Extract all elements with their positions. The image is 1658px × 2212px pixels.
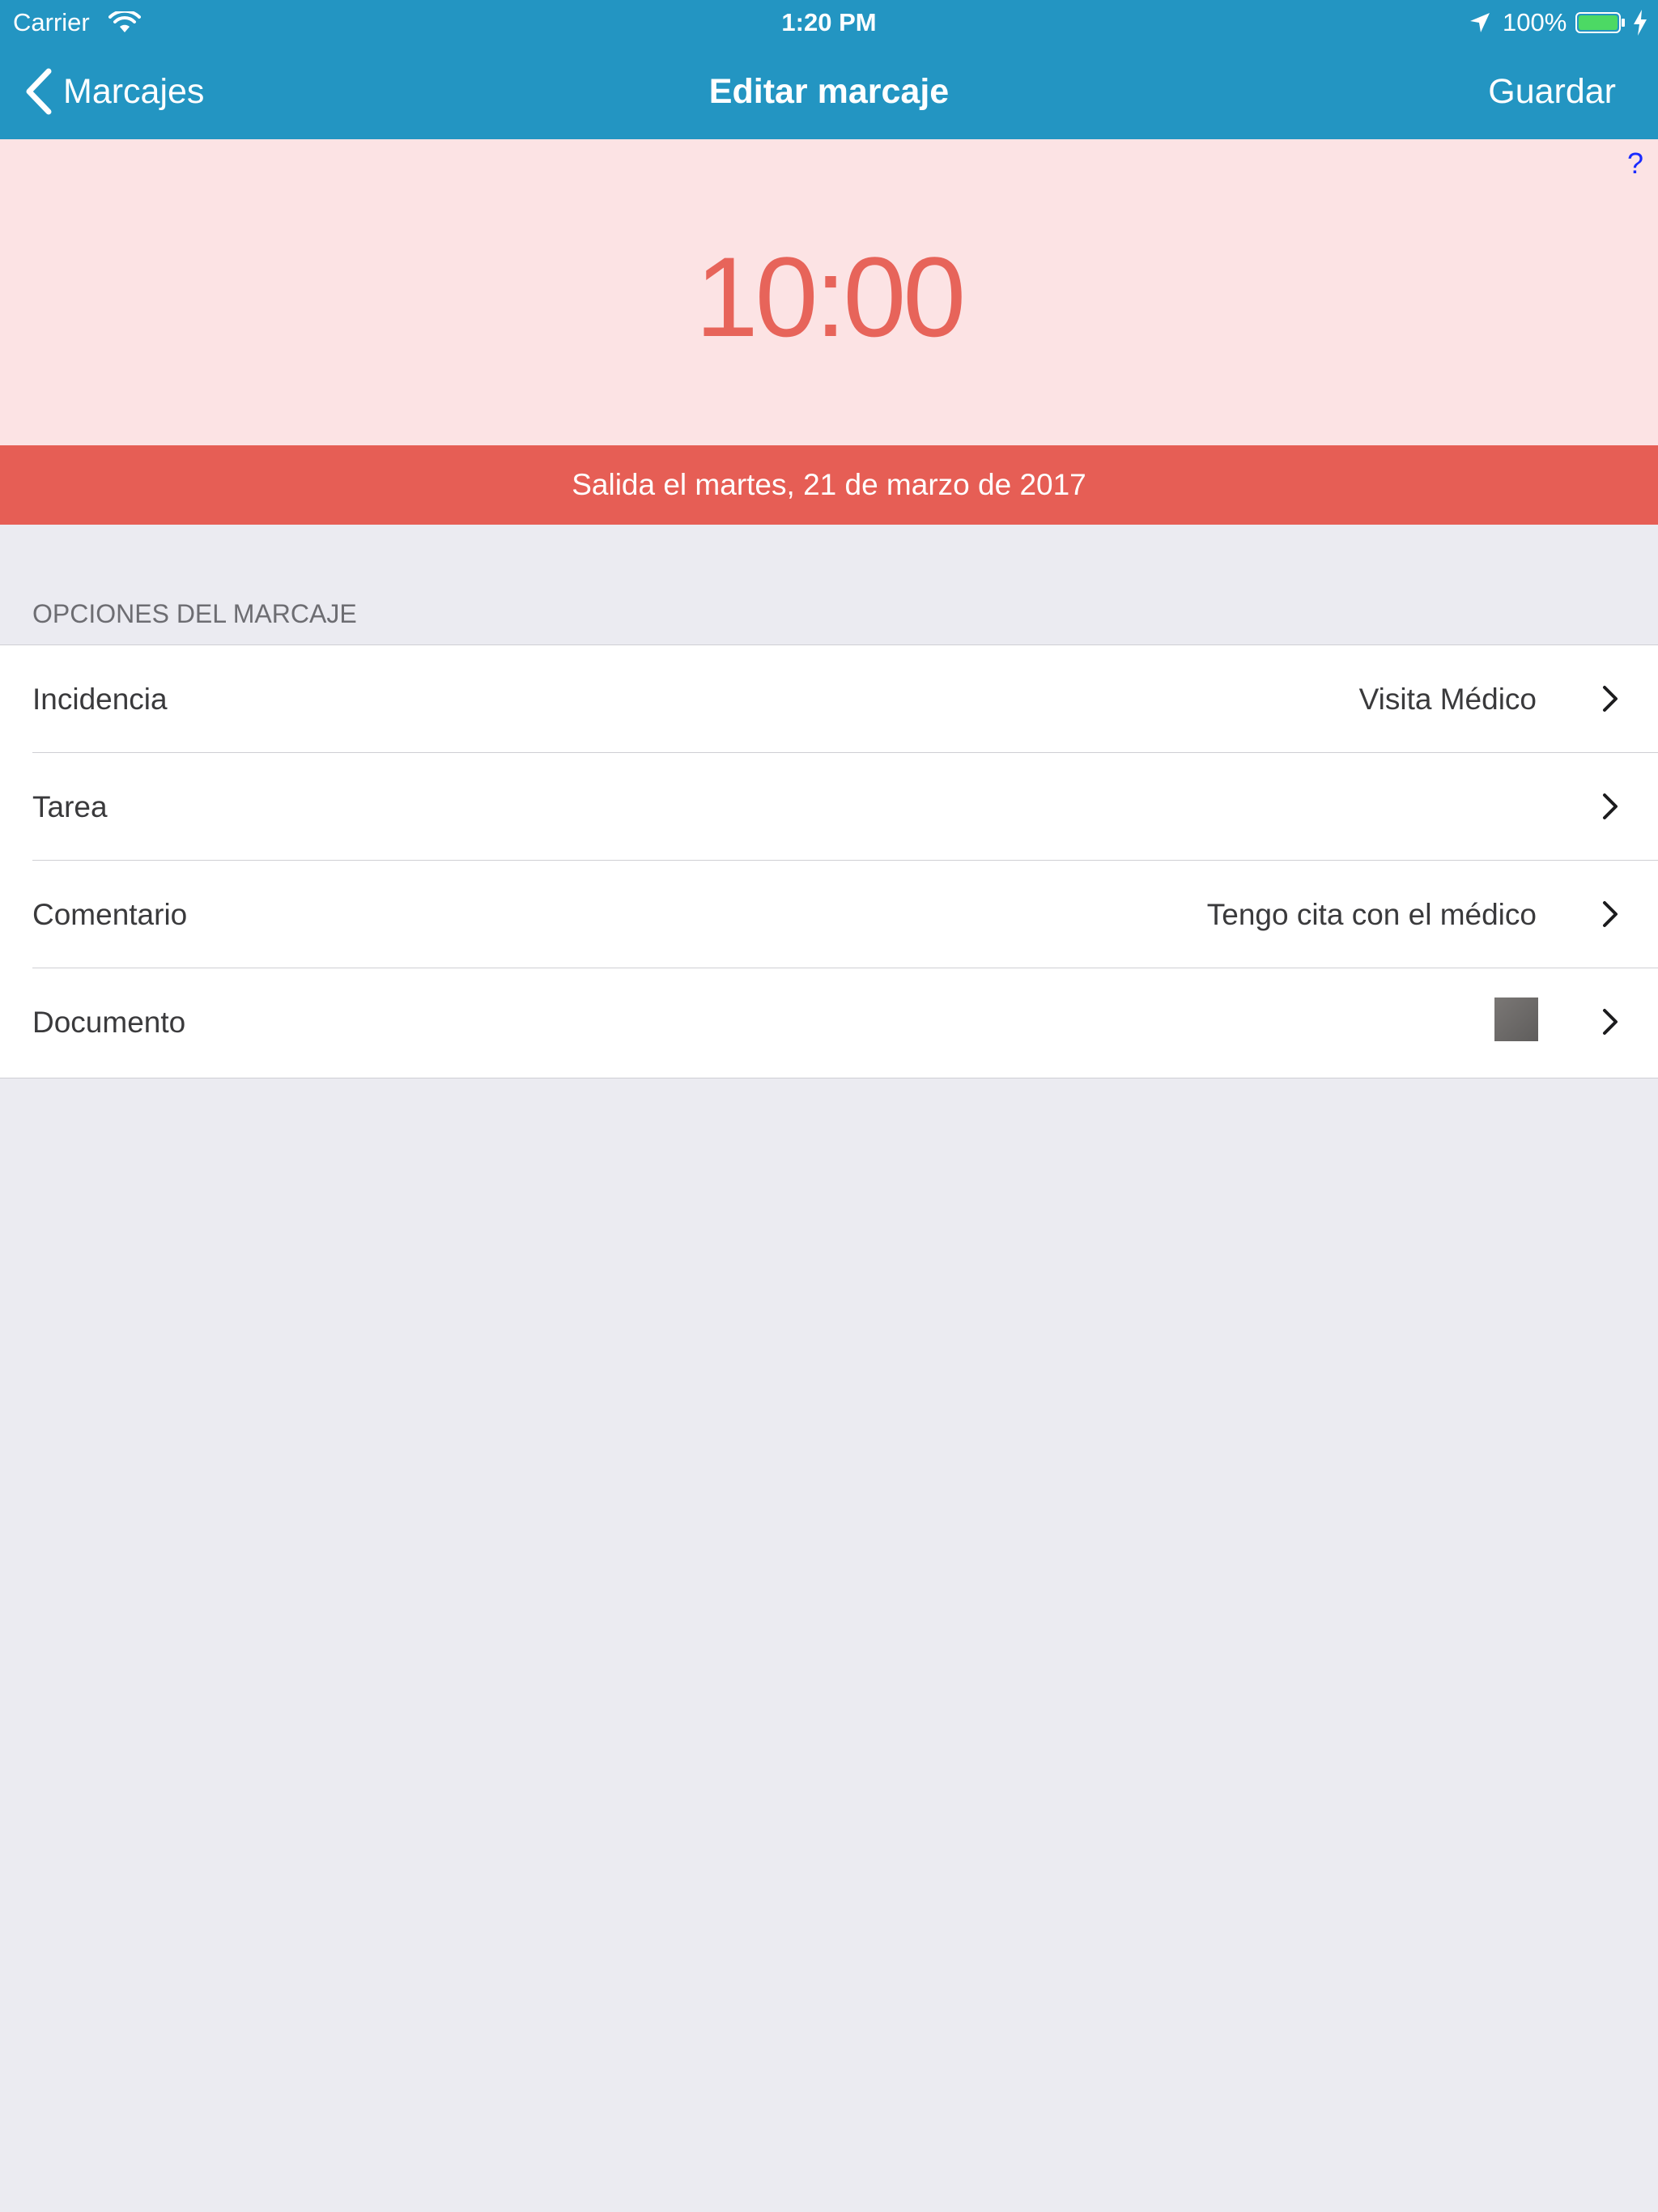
battery-icon — [1575, 12, 1625, 33]
time-display-area: ? 10:00 — [0, 139, 1658, 445]
clock-time[interactable]: 10:00 — [0, 240, 1658, 354]
row-incidencia[interactable]: Incidencia Visita Médico — [0, 645, 1658, 753]
chevron-right-icon — [1603, 793, 1618, 819]
battery-percent: 100% — [1503, 8, 1567, 36]
chevron-left-icon — [26, 68, 52, 115]
row-documento[interactable]: Documento — [0, 968, 1658, 1076]
location-arrow-icon — [1470, 13, 1490, 32]
punch-type-banner: Salida el martes, 21 de marzo de 2017 — [0, 445, 1658, 525]
back-button[interactable]: Marcajes — [23, 63, 204, 120]
row-value: Tengo cita con el médico — [1206, 898, 1537, 931]
charging-bolt-icon — [1634, 10, 1647, 36]
chevron-right-icon — [1603, 686, 1618, 712]
document-thumbnail[interactable] — [1494, 998, 1538, 1041]
top-bar: Carrier 1:20 PM 100% Marcajes Editar mar… — [0, 0, 1658, 139]
row-value: Visita Médico — [1358, 683, 1537, 716]
chevron-right-icon — [1603, 901, 1618, 927]
row-label: Documento — [32, 1006, 186, 1039]
status-bar: Carrier 1:20 PM 100% — [0, 0, 1658, 45]
row-comentario[interactable]: Comentario Tengo cita con el médico — [0, 861, 1658, 968]
back-button-label: Marcajes — [63, 72, 205, 111]
options-list: Incidencia Visita Médico Tarea Comentari… — [0, 644, 1658, 1078]
chevron-right-icon — [1603, 1009, 1618, 1035]
help-button[interactable]: ? — [1627, 144, 1643, 183]
navigation-bar: Marcajes Editar marcaje Guardar — [0, 45, 1658, 139]
row-label: Tarea — [32, 790, 108, 823]
page-title: Editar marcaje — [708, 72, 950, 111]
row-label: Incidencia — [32, 683, 168, 716]
status-time: 1:20 PM — [781, 8, 877, 36]
row-label: Comentario — [32, 898, 188, 931]
save-button[interactable]: Guardar — [1488, 63, 1616, 120]
row-tarea[interactable]: Tarea — [0, 753, 1658, 861]
section-header: OPCIONES DEL MARCAJE — [32, 599, 357, 628]
